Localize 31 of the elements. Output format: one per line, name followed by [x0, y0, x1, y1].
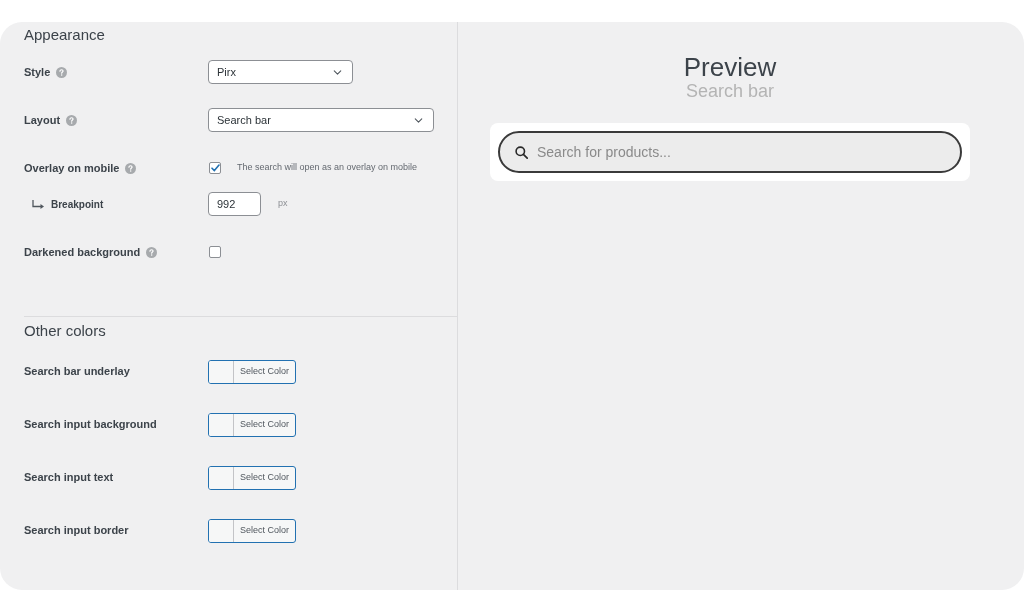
unit-label: px [278, 197, 288, 211]
section-heading: Other colors [24, 321, 106, 341]
color-swatch-icon [209, 466, 234, 489]
checkbox-description: The search will open as an overlay on mobile [237, 161, 418, 175]
checkbox[interactable] [209, 246, 221, 258]
checkbox[interactable] [209, 162, 221, 174]
setting-label: Search input text [24, 470, 114, 486]
setting-label: Search bar underlay [24, 364, 130, 380]
section-heading: Appearance [24, 25, 105, 45]
color-picker-button[interactable]: Select Color [208, 412, 296, 437]
setting-label: Style [24, 64, 51, 80]
setting-label: Search input background [24, 417, 157, 433]
setting-label: Breakpoint [51, 197, 104, 212]
select-dropdown[interactable]: Search bar [208, 108, 434, 132]
number-input[interactable]: 992 [208, 192, 261, 216]
preview-title: Preview [683, 52, 777, 82]
setting-label: Overlay on mobile [24, 160, 120, 176]
color-picker-button[interactable]: Select Color [208, 465, 296, 490]
color-picker-button[interactable]: Select Color [208, 359, 296, 384]
color-swatch-icon [209, 413, 234, 436]
search-icon [515, 145, 528, 159]
color-picker-button[interactable]: Select Color [208, 518, 296, 543]
setting-label: Search input border [24, 523, 129, 539]
select-dropdown[interactable]: Pirx [208, 60, 353, 84]
setting-label: Layout [24, 112, 61, 128]
corner-arrow-icon [32, 199, 45, 209]
color-swatch-icon [209, 360, 234, 383]
setting-label: Darkened background [24, 244, 141, 260]
color-swatch-icon [209, 519, 234, 542]
checkmark-icon [210, 164, 220, 172]
preview-subtitle: Search bar [685, 80, 775, 102]
